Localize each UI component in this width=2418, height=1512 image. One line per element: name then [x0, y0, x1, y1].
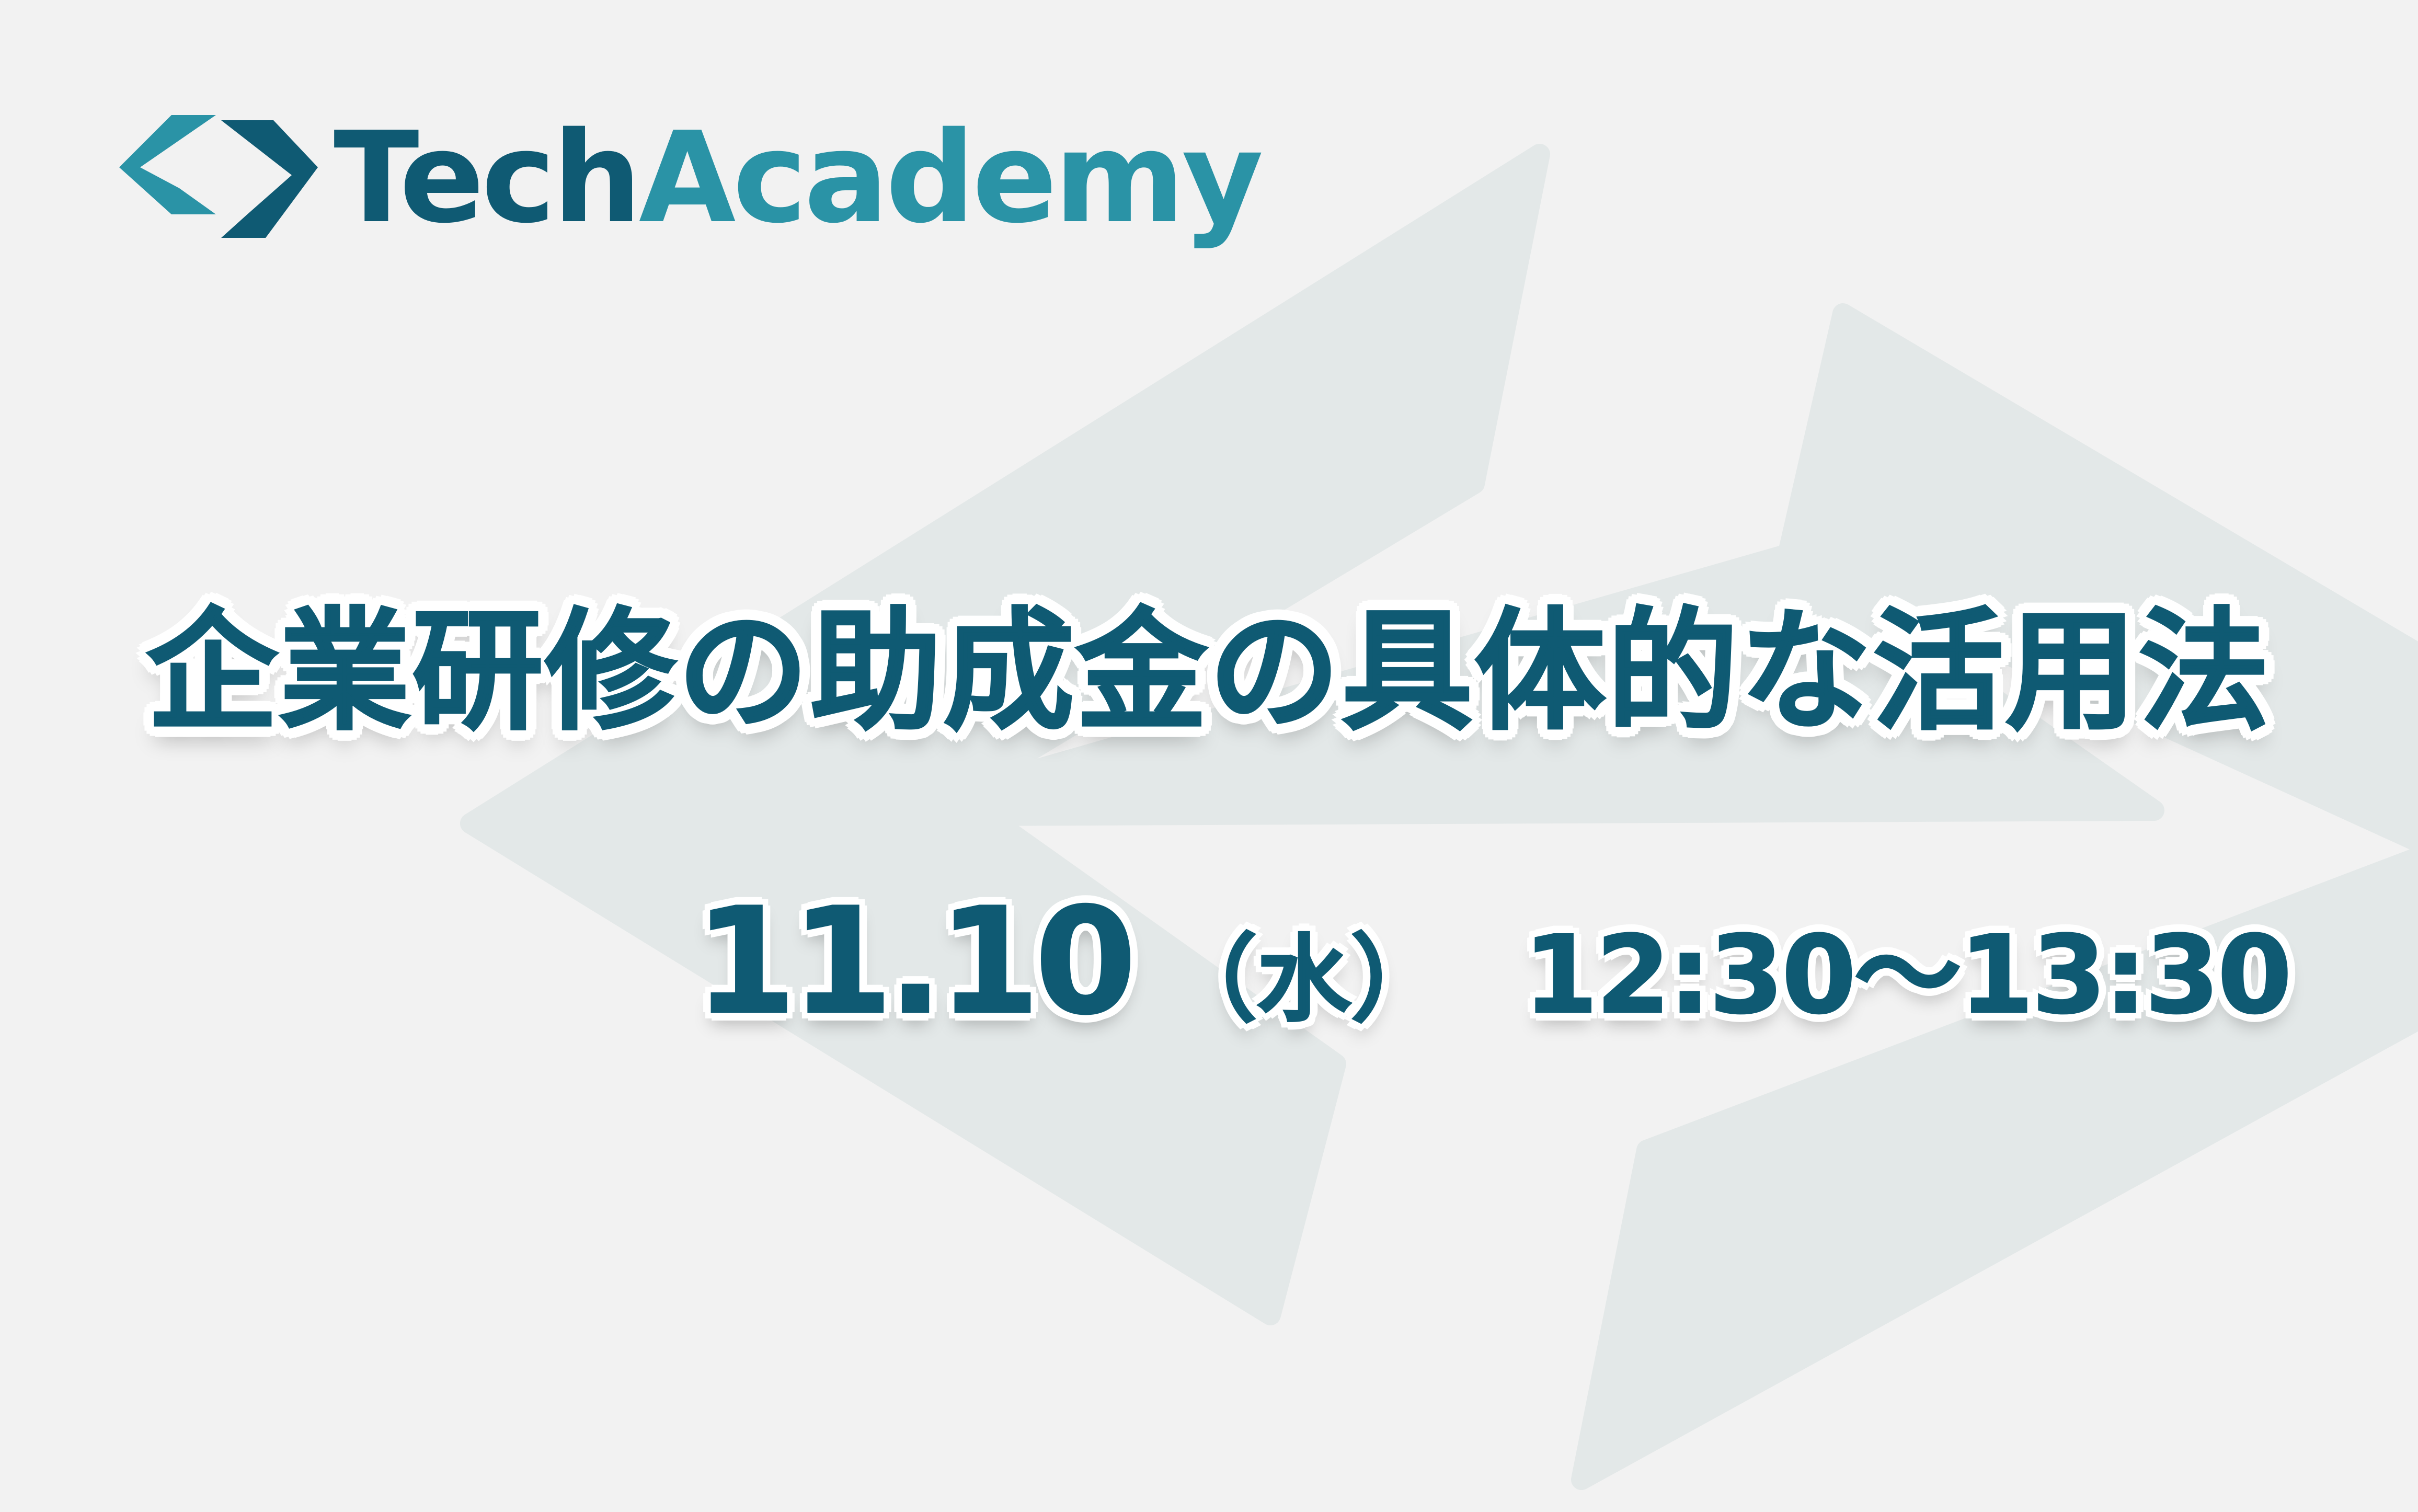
- event-time: 12:30～13:30: [1522, 913, 2293, 1038]
- event-date: 11.10: [694, 877, 1138, 1047]
- code-brackets-icon: [119, 115, 318, 238]
- logo-wordmark: TechAcademy: [334, 115, 1264, 240]
- event-title: 企業研修の助成金の具体的な活用法: [146, 595, 2272, 748]
- watermark-left-chevron-lower: [460, 784, 1346, 1325]
- event-weekday: （水）: [1162, 925, 1446, 1035]
- logo-wordmark-academy: Academy: [638, 105, 1264, 251]
- logo-wordmark-tech: Tech: [334, 105, 642, 251]
- techacademy-logo: TechAcademy: [119, 105, 1264, 251]
- event-banner: TechAcademy 企業研修の助成金の具体的な活用法 11.10 （水） 1…: [0, 0, 2418, 1512]
- event-datetime: 11.10 （水） 12:30～13:30: [694, 877, 2293, 1047]
